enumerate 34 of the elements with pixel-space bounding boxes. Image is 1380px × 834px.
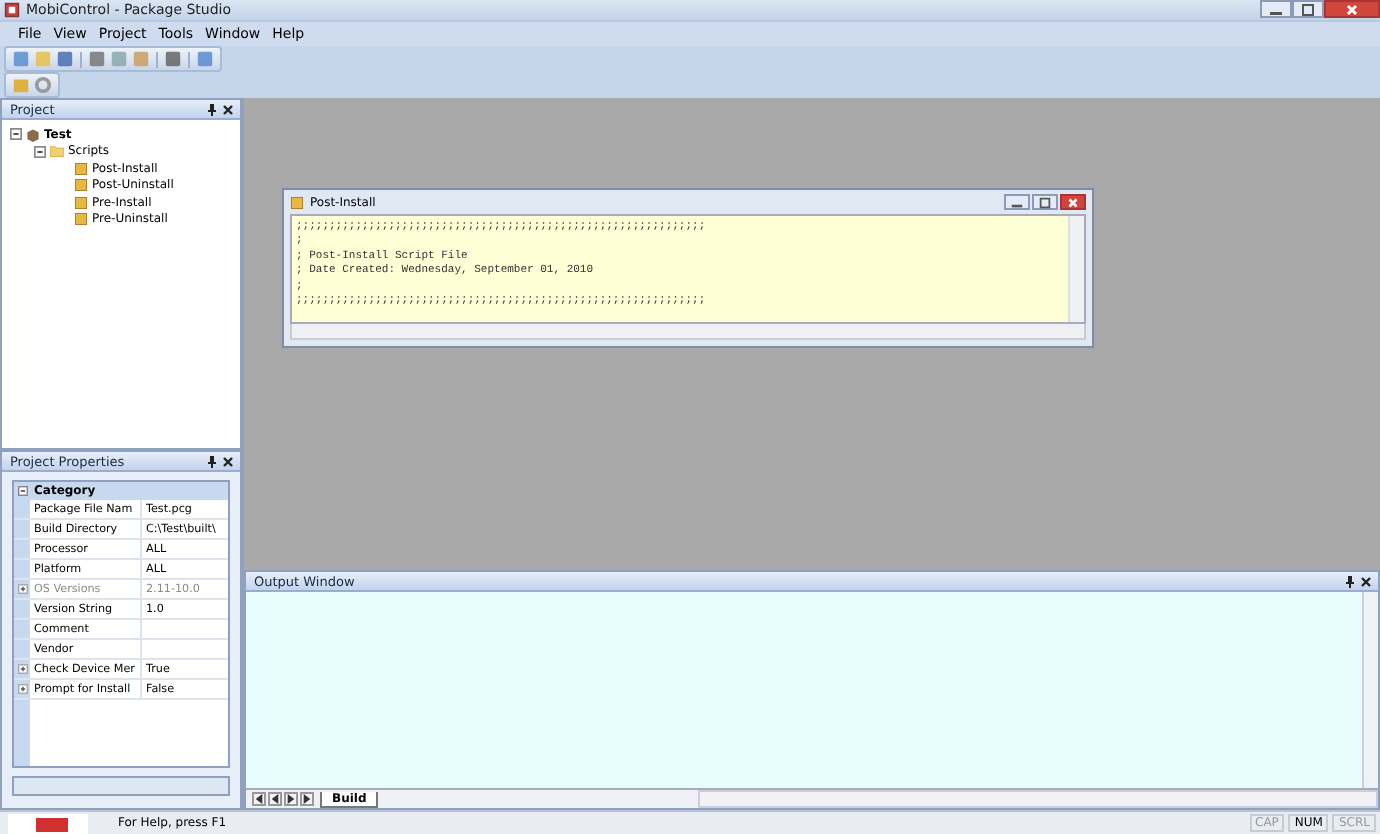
collapse-icon[interactable]: [18, 486, 28, 496]
minimize-button[interactable]: [1260, 0, 1292, 18]
prev-icon[interactable]: [268, 792, 282, 806]
close-icon: [1066, 195, 1080, 209]
close-icon: [1344, 1, 1360, 17]
pin-icon[interactable]: [206, 455, 218, 467]
horizontal-scrollbar[interactable]: [698, 790, 1378, 808]
box-icon: [26, 127, 40, 142]
script-icon: [290, 195, 304, 209]
horizontal-scrollbar[interactable]: [290, 324, 1086, 340]
close-icon[interactable]: [1360, 575, 1372, 587]
pin-icon[interactable]: [206, 103, 218, 115]
last-icon[interactable]: [300, 792, 314, 806]
maximize-button[interactable]: [1292, 0, 1324, 18]
expand-icon[interactable]: [17, 664, 27, 674]
vertical-scrollbar[interactable]: [1362, 592, 1378, 788]
next-icon[interactable]: [284, 792, 298, 806]
close-button[interactable]: [1324, 0, 1380, 18]
close-icon[interactable]: [222, 455, 234, 467]
maximize-button[interactable]: [1032, 194, 1058, 210]
expand-icon[interactable]: [17, 684, 27, 694]
pin-icon[interactable]: [1344, 575, 1356, 587]
collapse-icon[interactable]: [10, 128, 22, 141]
logo-icon: [8, 813, 88, 833]
collapse-icon[interactable]: [34, 145, 46, 158]
first-icon[interactable]: [252, 792, 266, 806]
minimize-button[interactable]: [1004, 194, 1030, 210]
app-icon: [4, 2, 20, 18]
close-button[interactable]: [1060, 194, 1086, 210]
maximize-icon: [1038, 195, 1052, 209]
vertical-scrollbar[interactable]: [1068, 216, 1084, 322]
folder-icon: [50, 144, 64, 159]
maximize-icon: [1300, 1, 1316, 17]
close-icon[interactable]: [222, 103, 234, 115]
